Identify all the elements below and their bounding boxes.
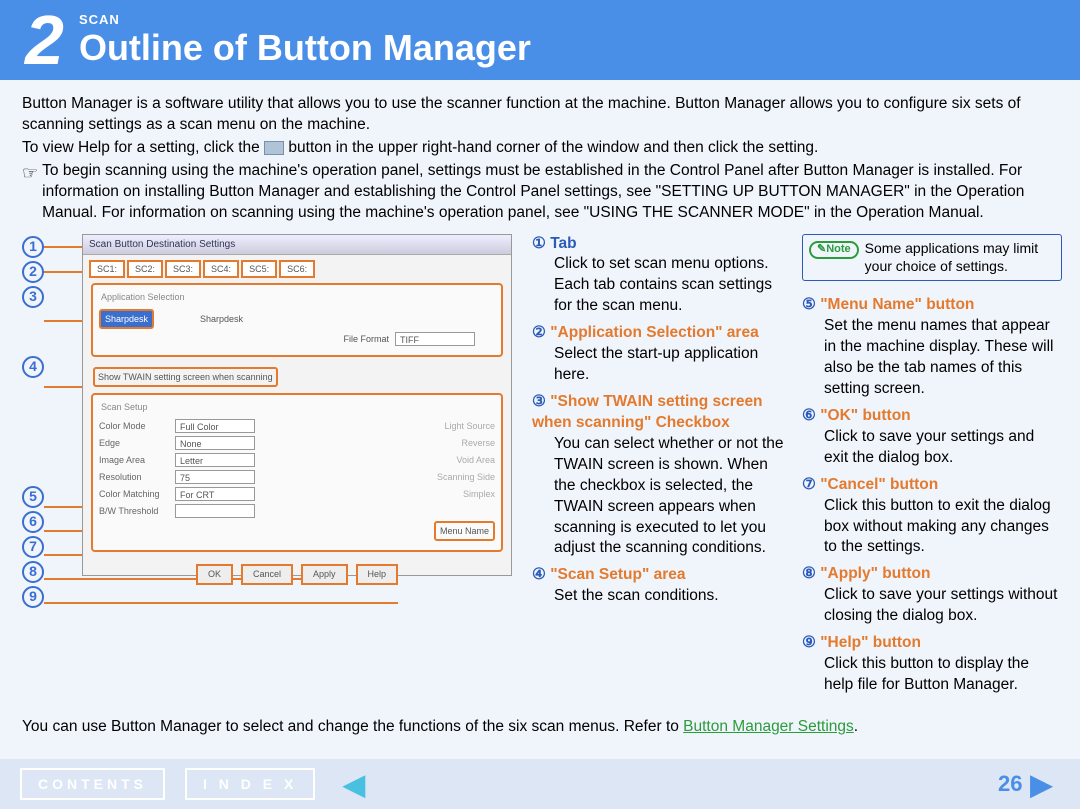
app-sel-title: Application Selection bbox=[99, 291, 495, 306]
help-icon bbox=[264, 141, 284, 155]
def-title: ④ "Scan Setup" area bbox=[532, 565, 792, 586]
field-label: Resolution bbox=[99, 471, 169, 483]
callout-7: 7 bbox=[22, 536, 44, 558]
file-format-label: File Format bbox=[343, 333, 389, 345]
callout-3: 3 bbox=[22, 286, 44, 308]
dialog-tab[interactable]: SC3: bbox=[165, 260, 201, 278]
field-label: Color Mode bbox=[99, 420, 169, 432]
closing-line: You can use Button Manager to select and… bbox=[22, 718, 858, 736]
field-dropdown[interactable]: None bbox=[175, 436, 255, 450]
field-dropdown[interactable]: 75 bbox=[175, 470, 255, 484]
intro-p3-wrap: ☞ To begin scanning using the machine's … bbox=[22, 161, 1058, 226]
def-body: Click to save your settings without clos… bbox=[802, 585, 1062, 627]
def-body: Click this button to exit the dialog box… bbox=[802, 496, 1062, 559]
note-badge: ✎Note bbox=[809, 241, 859, 259]
dialog-tab[interactable]: SC6: bbox=[279, 260, 315, 278]
def-body: Click to set scan menu options. Each tab… bbox=[532, 254, 792, 317]
callout-5: 5 bbox=[22, 486, 44, 508]
dialog-titlebar: Scan Button Destination Settings bbox=[83, 235, 511, 255]
intro-p1: Button Manager is a software utility tha… bbox=[22, 94, 1058, 136]
field-dropdown[interactable]: For CRT bbox=[175, 487, 255, 501]
dialog-buttons: OK Cancel Apply Help bbox=[83, 558, 511, 594]
page-header: 2 SCAN Outline of Button Manager bbox=[0, 0, 1080, 80]
header-kicker: SCAN bbox=[79, 12, 531, 27]
def-title: ① Tab bbox=[532, 234, 792, 255]
dialog-button-help[interactable]: Help bbox=[356, 564, 399, 584]
dialog-tab[interactable]: SC2: bbox=[127, 260, 163, 278]
dialog-screenshot: Scan Button Destination Settings SC1:SC2… bbox=[82, 234, 512, 576]
field-dropdown[interactable] bbox=[175, 504, 255, 518]
dialog-button-apply[interactable]: Apply bbox=[301, 564, 348, 584]
callout-line bbox=[44, 602, 398, 604]
callout-9: 9 bbox=[22, 586, 44, 608]
def-title: ⑤ "Menu Name" button bbox=[802, 295, 1062, 316]
def-body: You can select whether or not the TWAIN … bbox=[532, 434, 792, 560]
file-format-dropdown[interactable]: TIFF bbox=[395, 332, 475, 346]
callout-6: 6 bbox=[22, 511, 44, 533]
side-label: Light Source bbox=[444, 420, 495, 432]
page-number: 26 bbox=[998, 771, 1022, 797]
field-label: B/W Threshold bbox=[99, 505, 169, 517]
intro-p2a: To view Help for a setting, click the bbox=[22, 139, 264, 156]
closing-pre: You can use Button Manager to select and… bbox=[22, 718, 683, 735]
side-label: Simplex bbox=[463, 488, 495, 500]
intro-p2: To view Help for a setting, click the bu… bbox=[22, 138, 1058, 159]
header-text: SCAN Outline of Button Manager bbox=[79, 12, 531, 69]
callout-8: 8 bbox=[22, 561, 44, 583]
definitions-right: ⑤ "Menu Name" buttonSet the menu names t… bbox=[802, 295, 1062, 696]
field-label: Image Area bbox=[99, 454, 169, 466]
note-badge-text: Note bbox=[826, 242, 850, 257]
def-title: ⑨ "Help" button bbox=[802, 633, 1062, 654]
index-button[interactable]: I N D E X bbox=[185, 768, 315, 800]
prev-page-arrow[interactable]: ◀ bbox=[343, 768, 365, 801]
dialog-tab[interactable]: SC5: bbox=[241, 260, 277, 278]
twain-checkbox[interactable]: Show TWAIN setting screen when scanning bbox=[93, 367, 278, 387]
def-title: ⑧ "Apply" button bbox=[802, 564, 1062, 585]
contents-button[interactable]: CONTENTS bbox=[20, 768, 165, 800]
side-label: Reverse bbox=[461, 437, 495, 449]
intro-p2b: button in the upper right-hand corner of… bbox=[288, 139, 818, 156]
dialog-button-ok[interactable]: OK bbox=[196, 564, 233, 584]
scan-setup-title: Scan Setup bbox=[99, 401, 495, 416]
callout-2: 2 bbox=[22, 261, 44, 283]
screenshot-column: 1 2 3 4 5 6 7 8 9 Scan Button Destination Settin… bbox=[22, 234, 532, 702]
def-body: Set the scan conditions. bbox=[532, 586, 792, 607]
app-label: Sharpdesk bbox=[200, 313, 243, 325]
definitions-mid: ① TabClick to set scan menu options. Eac… bbox=[532, 234, 802, 702]
app-dropdown[interactable]: Sharpdesk bbox=[99, 309, 154, 329]
dialog-tab[interactable]: SC1: bbox=[89, 260, 125, 278]
dialog-button-cancel[interactable]: Cancel bbox=[241, 564, 293, 584]
bm-settings-link[interactable]: Button Manager Settings bbox=[683, 718, 854, 735]
section-number: 2 bbox=[0, 0, 79, 80]
next-page-arrow[interactable]: ▶ bbox=[1030, 768, 1052, 801]
side-label: Scanning Side bbox=[437, 471, 495, 483]
closing-post: . bbox=[854, 718, 858, 735]
def-title: ② "Application Selection" area bbox=[532, 323, 792, 344]
def-body: Click to save your settings and exit the… bbox=[802, 427, 1062, 469]
dialog-tab[interactable]: SC4: bbox=[203, 260, 239, 278]
def-body: Set the menu names that appear in the ma… bbox=[802, 316, 1062, 400]
note-text: Some applications may limit your choice … bbox=[865, 239, 1055, 277]
side-label: Void Area bbox=[456, 454, 495, 466]
dialog-tabs: SC1:SC2:SC3:SC4:SC5:SC6: bbox=[83, 255, 511, 283]
def-title: ⑦ "Cancel" button bbox=[802, 475, 1062, 496]
field-label: Edge bbox=[99, 437, 169, 449]
header-title: Outline of Button Manager bbox=[79, 27, 531, 69]
callout-1: 1 bbox=[22, 236, 44, 258]
pointing-hand-icon: ☞ bbox=[22, 161, 38, 226]
note-box: ✎Note Some applications may limit your c… bbox=[802, 234, 1062, 282]
def-body: Click this button to display the help fi… bbox=[802, 654, 1062, 696]
callout-4: 4 bbox=[22, 356, 44, 378]
menu-name-button[interactable]: Menu Name bbox=[434, 521, 495, 541]
def-title: ⑥ "OK" button bbox=[802, 406, 1062, 427]
page-footer: CONTENTS I N D E X ◀ 26 ▶ bbox=[0, 759, 1080, 809]
field-label: Color Matching bbox=[99, 488, 169, 500]
intro-p3: To begin scanning using the machine's op… bbox=[42, 161, 1058, 224]
field-dropdown[interactable]: Letter bbox=[175, 453, 255, 467]
field-dropdown[interactable]: Full Color bbox=[175, 419, 255, 433]
def-title: ③ "Show TWAIN setting screen when scanni… bbox=[532, 392, 792, 434]
right-column: ✎Note Some applications may limit your c… bbox=[802, 234, 1062, 702]
def-body: Select the start-up application here. bbox=[532, 344, 792, 386]
